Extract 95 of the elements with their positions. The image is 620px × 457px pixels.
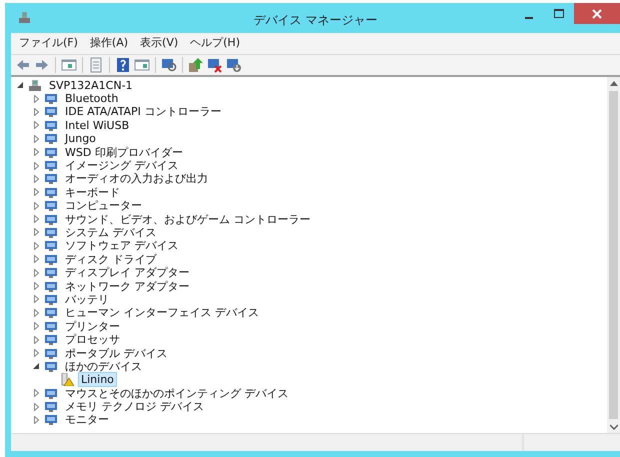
- maximize-icon: [554, 9, 564, 19]
- device-manager-icon: [17, 11, 31, 25]
- expand-arrow[interactable]: [31, 294, 41, 304]
- tree-item[interactable]: ヒューマン インターフェイス デバイス: [62, 305, 262, 320]
- device-icon: [44, 346, 58, 360]
- device-icon: [44, 186, 58, 199]
- tree-item[interactable]: ほかのデバイス: [62, 358, 145, 374]
- close-button[interactable]: [574, 3, 620, 24]
- tree-item[interactable]: ディスク ドライブ: [62, 252, 160, 267]
- device-icon: [44, 239, 58, 252]
- expand-arrow[interactable]: [31, 214, 41, 224]
- scrollbar-thumb[interactable]: [609, 90, 618, 419]
- menu-item[interactable]: ヘルプ(H): [184, 35, 246, 52]
- device-icon: [44, 320, 58, 333]
- tree-item[interactable]: マウスとそのほかのポインティング デバイス: [62, 386, 292, 401]
- device-icon: [44, 306, 58, 320]
- device-icon: [44, 333, 58, 346]
- tree-item[interactable]: ソフトウェア デバイス: [62, 238, 182, 254]
- minimize-icon: [525, 17, 533, 19]
- expand-arrow[interactable]: [31, 174, 41, 184]
- window-icon[interactable]: [134, 56, 150, 72]
- device-icon: [44, 92, 58, 106]
- expand-arrow[interactable]: [31, 348, 41, 358]
- expand-arrow[interactable]: [31, 414, 41, 425]
- collapse-arrow[interactable]: [31, 361, 41, 372]
- update-icon[interactable]: [188, 56, 204, 72]
- collapse-arrow[interactable]: [15, 80, 25, 90]
- expand-arrow[interactable]: [31, 106, 41, 117]
- tree-item[interactable]: サウンド、ビデオ、およびゲーム コントローラー: [62, 212, 314, 227]
- expand-arrow[interactable]: [31, 281, 41, 292]
- expand-arrow[interactable]: [31, 120, 41, 130]
- expand-arrow[interactable]: [31, 147, 41, 158]
- disable-icon[interactable]: [207, 56, 223, 72]
- expand-arrow[interactable]: [31, 240, 41, 251]
- tree-item[interactable]: プリンター: [62, 318, 123, 334]
- computer-icon: [28, 78, 42, 92]
- tree-item[interactable]: IDE ATA/ATAPI コントローラー: [62, 104, 224, 120]
- device-icon: [44, 266, 58, 280]
- menu-item[interactable]: ファイル(F): [13, 35, 84, 52]
- scan-icon[interactable]: [161, 56, 177, 72]
- window-icon[interactable]: [61, 56, 77, 72]
- device-icon: [44, 226, 58, 239]
- expand-arrow[interactable]: [31, 227, 41, 238]
- tree-item[interactable]: メモリ テクノロジ デバイス: [62, 399, 207, 414]
- tree-item[interactable]: オーディオの入力および出力: [62, 171, 211, 186]
- tree-item[interactable]: キーボード: [62, 184, 123, 200]
- help-icon[interactable]: [115, 56, 131, 72]
- device-icon: [44, 118, 58, 132]
- device-icon: [44, 386, 58, 400]
- window-title: デバイス マネージャー: [254, 13, 378, 27]
- tree-item[interactable]: Linino: [78, 372, 117, 388]
- device-icon: [44, 292, 58, 306]
- tree-item[interactable]: Bluetooth: [62, 91, 122, 106]
- device-icon: [44, 105, 58, 118]
- device-icon: [44, 159, 58, 172]
- tree-item[interactable]: モニター: [62, 412, 112, 428]
- uninstall-icon[interactable]: [226, 56, 242, 72]
- device-icon: [44, 146, 58, 159]
- expand-arrow[interactable]: [31, 308, 41, 318]
- menu-item[interactable]: 操作(A): [84, 35, 134, 52]
- device-icon: [44, 280, 58, 293]
- device-icon: [44, 172, 58, 186]
- tree-item[interactable]: コンピューター: [62, 198, 145, 214]
- tree-item[interactable]: バッテリ: [62, 292, 112, 307]
- close-icon: [592, 8, 602, 18]
- expand-arrow[interactable]: [31, 254, 41, 264]
- tree-item[interactable]: ポータブル デバイス: [62, 346, 170, 361]
- tree-item[interactable]: ネットワーク アダプター: [62, 278, 192, 294]
- tree-item[interactable]: Intel WiUSB: [62, 118, 132, 133]
- expand-arrow[interactable]: [31, 94, 41, 104]
- expand-arrow[interactable]: [31, 200, 41, 211]
- device-icon: [44, 132, 58, 146]
- properties-icon[interactable]: [88, 56, 104, 72]
- expand-arrow[interactable]: [31, 388, 41, 398]
- expand-arrow[interactable]: [31, 160, 41, 171]
- expand-arrow[interactable]: [31, 321, 41, 332]
- tree-item[interactable]: プロセッサ: [62, 332, 123, 348]
- expand-arrow[interactable]: [31, 334, 41, 345]
- tree-item[interactable]: ディスプレイ アダプター: [62, 265, 192, 280]
- tree-item[interactable]: システム デバイス: [62, 225, 160, 240]
- tree-item[interactable]: WSD 印刷プロバイダー: [62, 144, 186, 160]
- device-icon: [44, 400, 58, 414]
- device-icon: [44, 199, 58, 212]
- expand-arrow[interactable]: [31, 268, 41, 278]
- device-icon: [44, 212, 58, 226]
- device-icon: [44, 360, 58, 373]
- expand-arrow[interactable]: [31, 187, 41, 198]
- expand-arrow[interactable]: [31, 402, 41, 412]
- tree-item[interactable]: SVP132A1CN-1: [46, 78, 136, 93]
- menu-item[interactable]: 表示(V): [134, 35, 184, 52]
- tree-item[interactable]: Jungo: [62, 131, 99, 146]
- tree-item[interactable]: イメージング デバイス: [62, 158, 182, 174]
- device-icon: [44, 252, 58, 266]
- expand-arrow[interactable]: [31, 134, 41, 144]
- device-icon: [44, 413, 58, 426]
